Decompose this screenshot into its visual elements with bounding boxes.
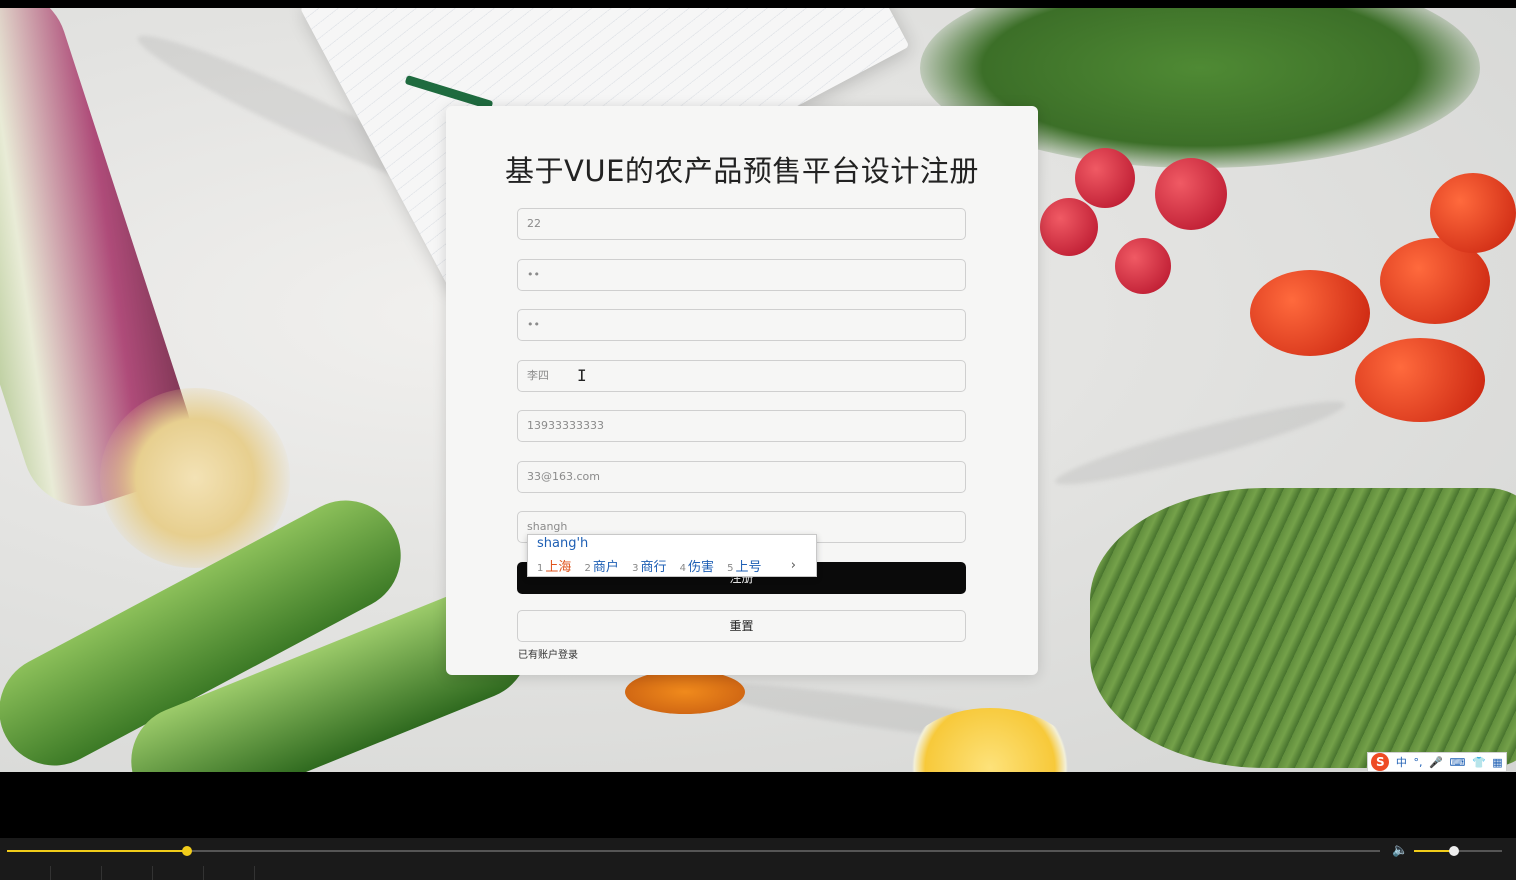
sogou-logo-icon[interactable]: S — [1371, 753, 1390, 771]
seek-handle[interactable] — [181, 846, 192, 856]
volume-slider[interactable] — [1414, 846, 1502, 856]
seek-bar[interactable] — [7, 846, 1380, 856]
volume-handle[interactable] — [1448, 846, 1459, 856]
orange-image — [625, 670, 745, 714]
ime-next-page-icon[interactable]: › — [791, 558, 796, 573]
phone-input[interactable]: 13933333333 — [517, 410, 966, 442]
player-tab[interactable] — [204, 866, 255, 880]
confirm-password-input[interactable]: •• — [517, 309, 966, 341]
ime-candidate-popup: shang'h 1 上海 2 商户 3 商行 4 伤害 5 上号 › — [527, 534, 817, 577]
login-link[interactable]: 已有账户登录 — [518, 646, 578, 661]
ime-mic-icon[interactable]: 🎤 — [1429, 756, 1443, 769]
video-player-controls: 🔈 — [0, 838, 1516, 880]
ime-candidate[interactable]: 3 商行 — [632, 560, 666, 575]
ime-keyboard-icon[interactable]: ⌨ — [1449, 756, 1465, 769]
volume-icon[interactable]: 🔈 — [1392, 843, 1408, 858]
ime-mode-toggle[interactable]: 中 — [1396, 754, 1407, 770]
radish-image — [1075, 148, 1135, 208]
ime-punct-icon[interactable]: °, — [1414, 756, 1423, 769]
ime-toolbar: S 中 °, 🎤 ⌨ 👕 ▦ — [1367, 752, 1507, 772]
player-tab-strip — [0, 866, 1516, 880]
page-title: 基于VUE的农产品预售平台设计注册 — [505, 154, 979, 188]
screen: 基于VUE的农产品预售平台设计注册 22 •• •• 李四 1393333333… — [0, 0, 1516, 880]
ime-candidate[interactable]: 1 上海 — [537, 560, 571, 575]
player-tab[interactable] — [0, 866, 51, 880]
radish-image — [1155, 158, 1227, 230]
tomato-image — [1250, 270, 1370, 356]
text-cursor-icon: I — [577, 366, 587, 385]
ime-candidate[interactable]: 4 伤害 — [680, 560, 714, 575]
email-input[interactable]: 33@163.com — [517, 461, 966, 493]
player-tab[interactable] — [153, 866, 204, 880]
password-input[interactable]: •• — [517, 259, 966, 291]
tomato-image — [1430, 173, 1516, 253]
register-card: 基于VUE的农产品预售平台设计注册 22 •• •• 李四 1393333333… — [446, 106, 1038, 675]
player-tab[interactable] — [102, 866, 153, 880]
ime-composition: shang'h — [537, 536, 589, 551]
ime-candidate[interactable]: 5 上号 — [727, 560, 761, 575]
seek-progress — [7, 850, 187, 852]
account-input[interactable]: 22 — [517, 208, 966, 240]
ime-candidate[interactable]: 2 商户 — [585, 560, 619, 575]
asparagus-image — [1090, 488, 1516, 768]
volume-level — [1414, 850, 1454, 852]
ime-menu-icon[interactable]: ▦ — [1492, 756, 1502, 769]
player-tab[interactable] — [51, 866, 102, 880]
ime-skin-icon[interactable]: 👕 — [1472, 756, 1486, 769]
radish-image — [1115, 238, 1171, 294]
ime-candidate-list: 1 上海 2 商户 3 商行 4 伤害 5 上号 — [537, 556, 771, 575]
radish-image — [1040, 198, 1098, 256]
reset-button[interactable]: 重置 — [517, 610, 966, 642]
tomato-image — [1355, 338, 1485, 422]
